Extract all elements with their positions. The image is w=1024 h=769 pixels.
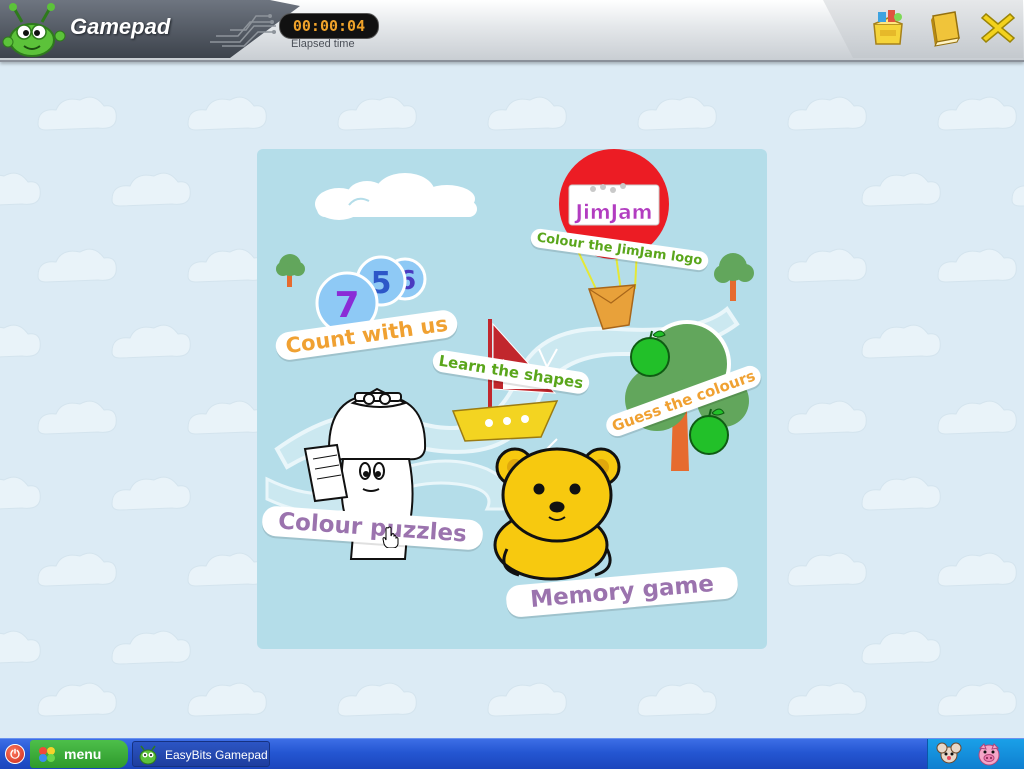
taskbar: ⏻ menu EasyBits Gamepad — [0, 738, 1024, 769]
teddy-bear — [493, 447, 621, 581]
alien-logo-icon — [2, 3, 66, 57]
task-label: EasyBits Gamepad — [165, 748, 268, 762]
pig-character-icon[interactable] — [976, 742, 1002, 766]
power-icon: ⏻ — [10, 747, 20, 761]
title-bar: Gamepad 00:00:04 Elapsed time — [0, 0, 1024, 62]
elapsed-timer: 00:00:04 — [279, 13, 379, 39]
app-title: Gamepad — [70, 14, 171, 39]
timer-caption: Elapsed time — [291, 38, 355, 50]
jimjam-badge-text: JimJam — [574, 200, 653, 224]
power-button[interactable]: ⏻ — [5, 744, 25, 764]
circuit-decoration — [210, 14, 276, 47]
book-icon[interactable] — [925, 8, 965, 48]
bubble-number-7: 7 — [334, 285, 359, 326]
alien-app-icon — [139, 745, 157, 765]
close-x-icon[interactable] — [978, 8, 1018, 48]
menu-button[interactable]: menu — [30, 740, 128, 768]
games-box-icon[interactable] — [868, 8, 908, 48]
tree-left — [276, 254, 305, 287]
system-tray — [927, 739, 1024, 769]
mouse-character-icon[interactable] — [936, 742, 962, 766]
menu-dots-icon — [39, 747, 55, 762]
taskbar-item-easybits-gamepad[interactable]: EasyBits Gamepad — [132, 741, 270, 767]
tree-right — [714, 253, 754, 301]
menu-label: menu — [64, 746, 102, 762]
hand-cursor-icon — [382, 526, 399, 548]
